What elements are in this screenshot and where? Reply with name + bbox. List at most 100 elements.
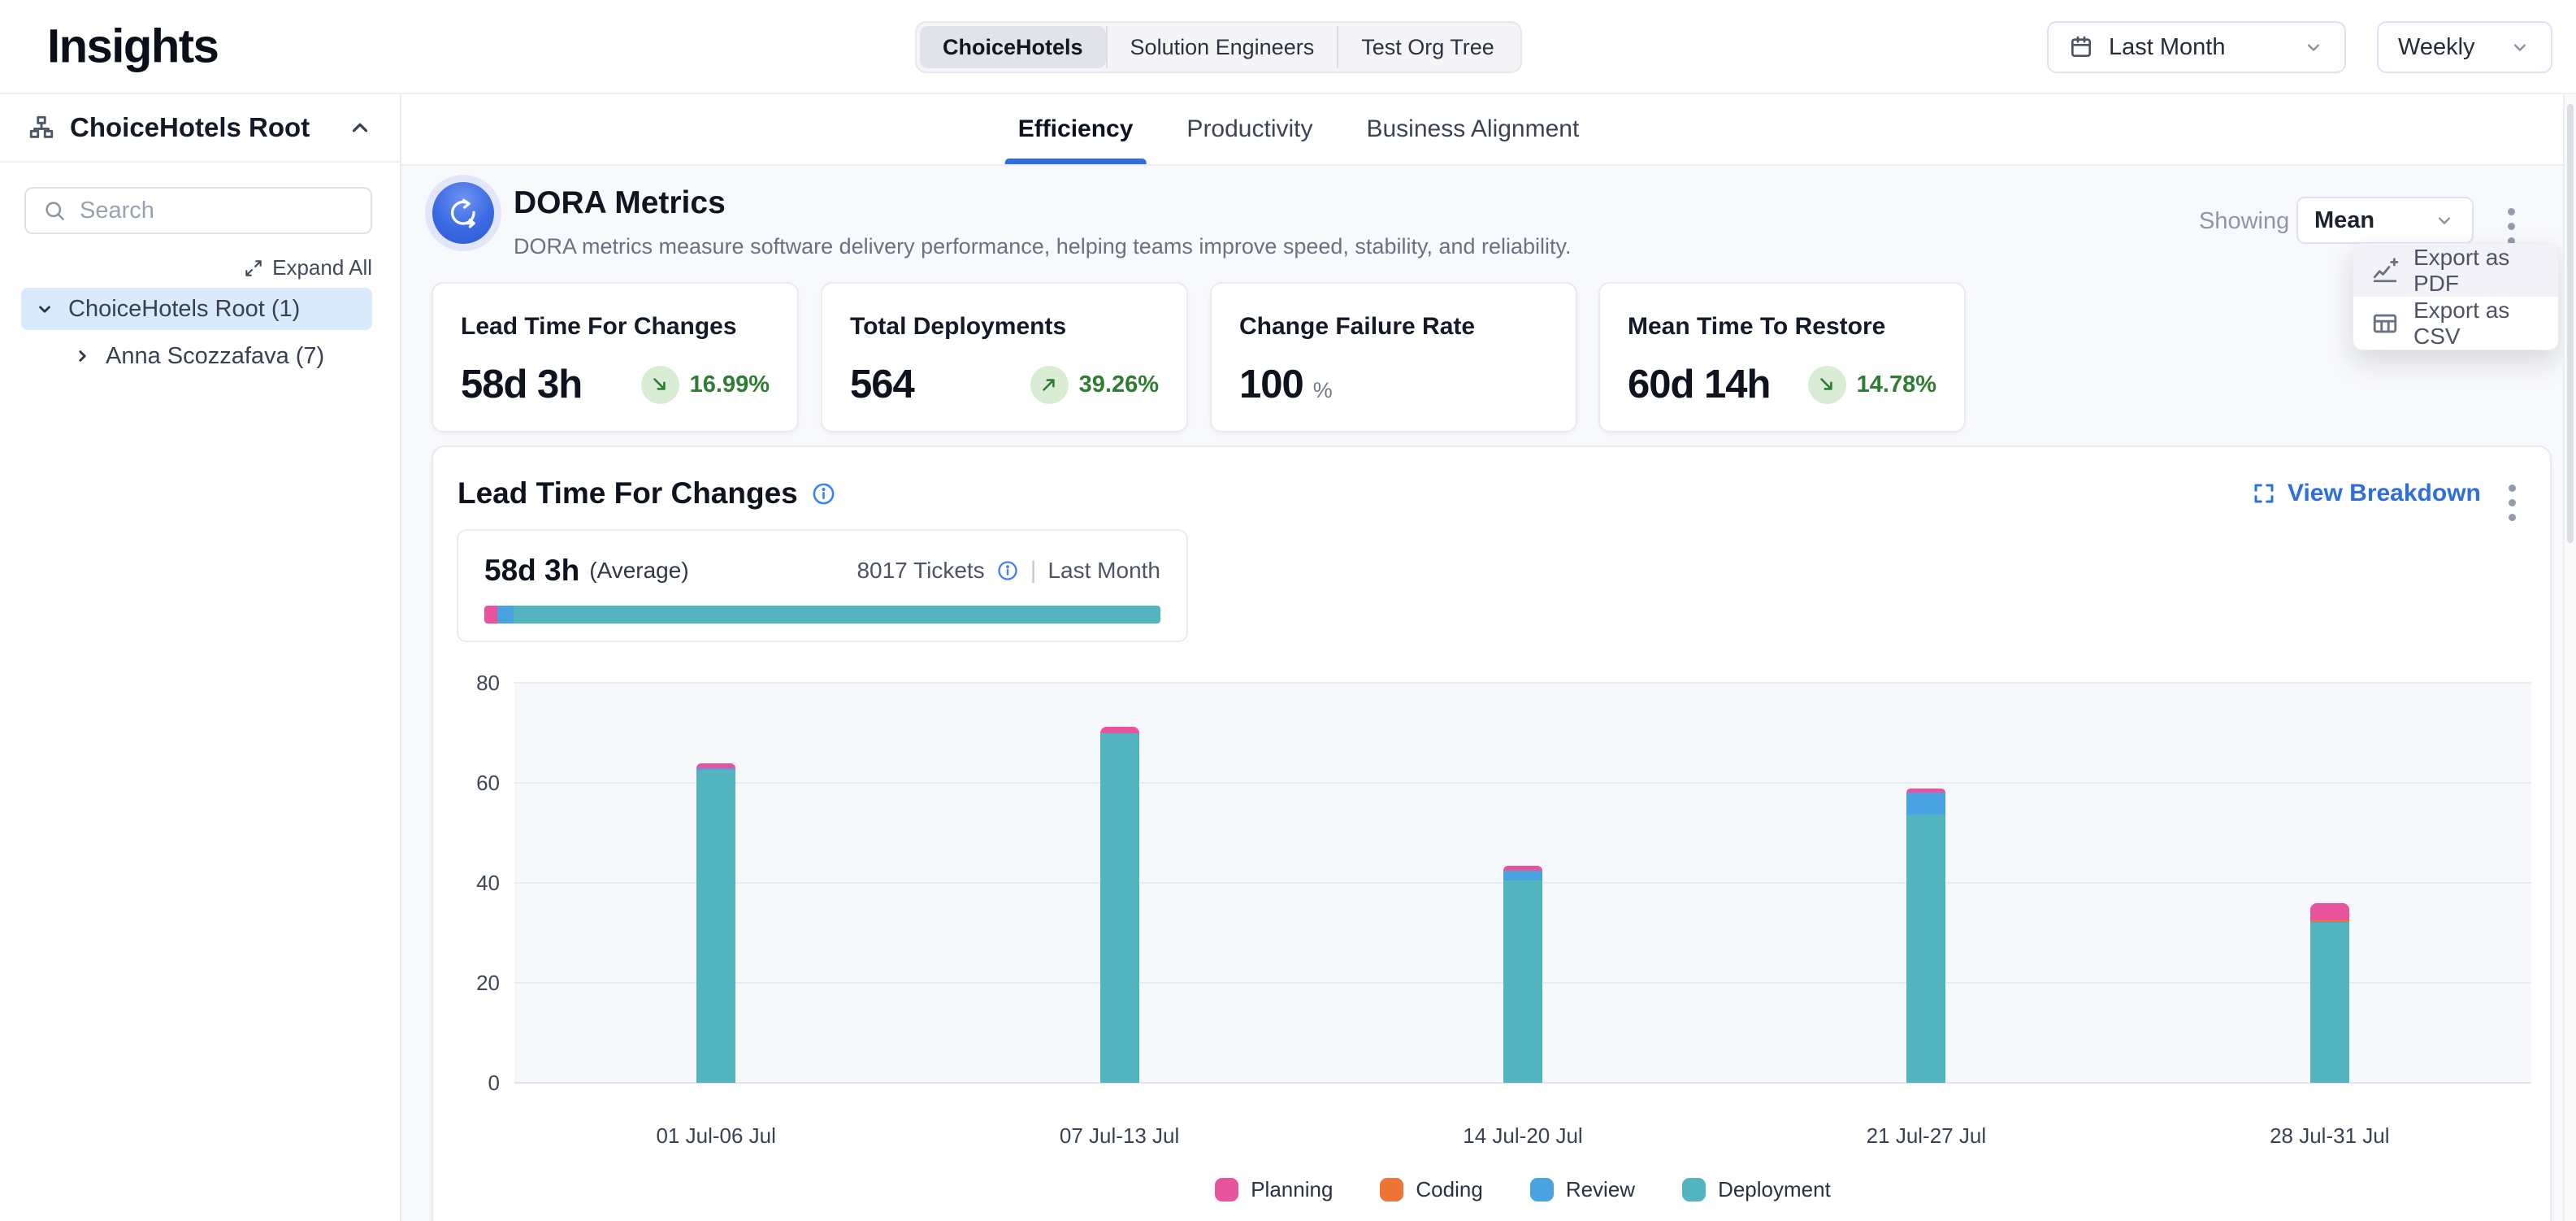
menu-item-label: Export as PDF: [2413, 245, 2540, 297]
x-axis-labels: 01 Jul-06 Jul 07 Jul-13 Jul 14 Jul-20 Jul 2…: [514, 1123, 2531, 1151]
trend-delta: 39.26%: [1079, 372, 1159, 398]
granularity-select[interactable]: Weekly: [2377, 21, 2552, 73]
scrollbar-thumb[interactable]: [2567, 104, 2574, 543]
org-tab-solution-engineers[interactable]: Solution Engineers: [1106, 26, 1338, 68]
org-tab-test-org-tree[interactable]: Test Org Tree: [1337, 26, 1517, 68]
chart-section-title: Lead Time For Changes: [458, 476, 798, 511]
chevron-down-icon: [2302, 36, 2325, 59]
bar-segment-deployment[interactable]: [1100, 733, 1139, 1084]
menu-item-label: Export as CSV: [2413, 298, 2540, 350]
metric-value: 58d 3h: [461, 362, 582, 407]
bar-segment-review[interactable]: [1906, 793, 1945, 815]
legend-item-review[interactable]: Review: [1530, 1177, 1635, 1202]
org-tab-choicehotels[interactable]: ChoiceHotels: [920, 26, 1106, 68]
y-axis-tick: 40: [441, 871, 500, 895]
metric-title: Total Deployments: [850, 313, 1159, 341]
divider: |: [1030, 557, 1037, 584]
tab-business-alignment[interactable]: Business Alignment: [1366, 94, 1579, 164]
date-range-value: Last Month: [2109, 34, 2288, 61]
scrollbar-track[interactable]: [2563, 94, 2576, 1221]
legend-item-deployment[interactable]: Deployment: [1682, 1177, 1831, 1202]
chevron-down-icon[interactable]: [34, 298, 55, 319]
trend-delta: 16.99%: [690, 372, 770, 398]
average-qualifier: (Average): [589, 558, 688, 584]
chart-overflow-menu-button[interactable]: [2504, 480, 2521, 526]
trend-badge: 14.78%: [1808, 366, 1936, 404]
metric-card-lead-time: Lead Time For Changes 58d 3h 16.99%: [432, 282, 799, 432]
bar-segment-deployment[interactable]: [2310, 923, 2349, 1083]
bar-segment-review[interactable]: [1503, 871, 1542, 880]
bar-band: [2128, 683, 2531, 1083]
trend-badge: 16.99%: [641, 366, 770, 404]
bar-band: [1321, 683, 1724, 1083]
legend-label: Planning: [1251, 1177, 1333, 1202]
legend-item-planning[interactable]: Planning: [1215, 1177, 1333, 1202]
bar-segment-deployment[interactable]: [696, 770, 735, 1083]
chart-line-icon: [2371, 257, 2399, 285]
legend-label: Deployment: [1718, 1177, 1831, 1202]
tree-item-anna-scozzafava[interactable]: Anna Scozzafava (7): [21, 335, 372, 377]
x-axis-tick: 14 Jul-20 Jul: [1401, 1123, 1645, 1149]
bar-segment-deployment[interactable]: [1906, 815, 1945, 1083]
org-tree-icon: [28, 114, 55, 141]
metric-card-change-failure-rate: Change Failure Rate 100 %: [1210, 282, 1577, 432]
trend-up-icon: [1030, 366, 1069, 404]
calendar-icon: [2068, 34, 2094, 60]
average-value: 58d 3h: [484, 554, 579, 588]
chevron-right-icon[interactable]: [72, 345, 93, 367]
tab-efficiency[interactable]: Efficiency: [1018, 94, 1134, 164]
showing-label: Showing: [2199, 208, 2289, 235]
showing-mode-value: Mean: [2314, 207, 2374, 234]
bar-07 Jul-13 Jul[interactable]: [1100, 727, 1139, 1083]
legend-label: Review: [1566, 1177, 1635, 1202]
tree-item-label: ChoiceHotels Root (1): [68, 296, 300, 323]
info-icon[interactable]: [811, 481, 836, 506]
view-breakdown-button[interactable]: View Breakdown: [2252, 480, 2481, 507]
main-content: Efficiency Productivity Business Alignme…: [401, 94, 2563, 1221]
chevron-down-icon: [2433, 209, 2456, 232]
expand-all-button[interactable]: Expand All: [243, 255, 372, 280]
bar-segment-planning[interactable]: [2310, 903, 2349, 920]
x-axis-tick: 07 Jul-13 Jul: [998, 1123, 1242, 1149]
legend-item-coding[interactable]: Coding: [1380, 1177, 1482, 1202]
tree-item-choicehotels-root[interactable]: ChoiceHotels Root (1): [21, 288, 372, 330]
menu-item-export-pdf[interactable]: Export as PDF: [2353, 244, 2558, 297]
expand-all-icon: [243, 258, 264, 279]
dora-metrics-title: DORA Metrics: [514, 185, 726, 221]
bar-01 Jul-06 Jul[interactable]: [696, 763, 735, 1083]
bar-band: [1724, 683, 2127, 1083]
info-icon[interactable]: [996, 559, 1019, 582]
bar-28 Jul-31 Jul[interactable]: [2310, 903, 2349, 1083]
metric-value: 564: [850, 362, 914, 407]
expand-corners-icon: [2252, 481, 2276, 506]
chart-legend: Planning Coding Review Deployment: [514, 1177, 2531, 1202]
search-input[interactable]: [80, 198, 386, 224]
bar-21 Jul-27 Jul[interactable]: [1906, 789, 1945, 1083]
metric-card-total-deployments: Total Deployments 564 39.26%: [821, 282, 1188, 432]
y-axis-tick: 60: [441, 771, 500, 795]
dora-metrics-subtitle: DORA metrics measure software delivery p…: [514, 234, 1572, 259]
legend-label: Coding: [1416, 1177, 1482, 1202]
x-axis-tick: 01 Jul-06 Jul: [594, 1123, 838, 1149]
legend-swatch: [1530, 1178, 1554, 1201]
trend-down-icon: [641, 366, 679, 404]
section-tabs-row: Efficiency Productivity Business Alignme…: [401, 94, 2563, 166]
metric-unit: %: [1313, 378, 1333, 403]
org-tab-group: ChoiceHotels Solution Engineers Test Org…: [915, 21, 1522, 73]
date-range-select[interactable]: Last Month: [2047, 21, 2346, 73]
collapse-sidebar-button[interactable]: [348, 115, 372, 140]
bar-segment-deployment[interactable]: [1503, 880, 1542, 1083]
y-axis-tick: 0: [441, 1071, 500, 1095]
metric-value: 100: [1239, 362, 1303, 407]
bar-14 Jul-20 Jul[interactable]: [1503, 866, 1542, 1083]
dora-metrics-icon: [432, 182, 494, 244]
tickets-count: 8017 Tickets: [856, 558, 984, 584]
tab-productivity[interactable]: Productivity: [1186, 94, 1312, 164]
x-axis-tick: 21 Jul-27 Jul: [1804, 1123, 2048, 1149]
y-axis-tick: 20: [441, 971, 500, 995]
metric-title: Mean Time To Restore: [1628, 313, 1936, 341]
tree-item-label: Anna Scozzafava (7): [106, 343, 324, 370]
menu-item-export-csv[interactable]: Export as CSV: [2353, 297, 2558, 350]
bar-segment-planning[interactable]: [1100, 727, 1139, 732]
showing-mode-select[interactable]: Mean: [2296, 197, 2474, 244]
